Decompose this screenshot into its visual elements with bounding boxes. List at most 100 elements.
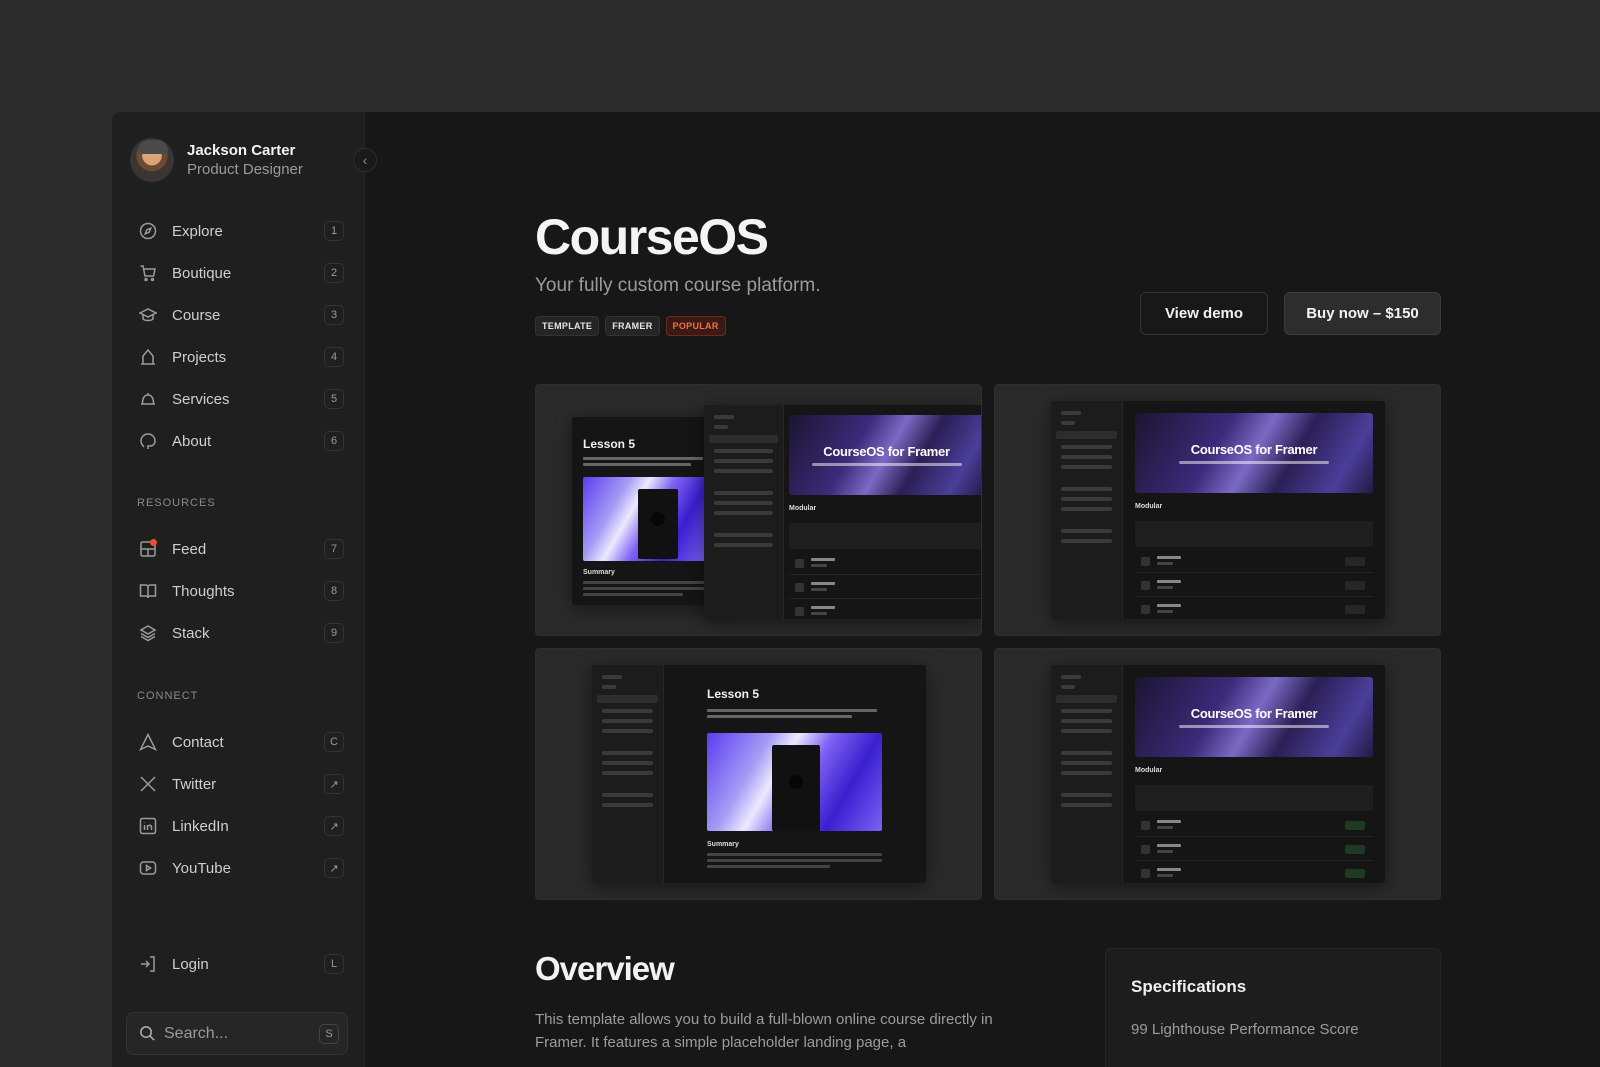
view-demo-button[interactable]: View demo: [1140, 292, 1268, 335]
nav-label: About: [172, 432, 212, 450]
login-label: Login: [172, 955, 209, 973]
overview-title: Overview: [535, 950, 675, 987]
nav-item-thoughts[interactable]: Thoughts 8: [130, 573, 348, 609]
shortcut-key: 7: [324, 539, 344, 559]
connect-heading: CONNECT: [137, 690, 199, 702]
external-link-icon: ↗: [324, 858, 344, 878]
dashboard-mock: CourseOS for Framer Modular: [1051, 401, 1385, 619]
specifications-card: Specifications 99 Lighthouse Performance…: [1105, 948, 1441, 1067]
nav-item-contact[interactable]: Contact C: [130, 724, 348, 760]
lesson-video-thumbnail: [583, 477, 705, 561]
nav-item-about[interactable]: About 6: [130, 423, 348, 459]
nav-label: Feed: [172, 540, 207, 558]
tag-framer[interactable]: FRAMER: [605, 316, 660, 336]
youtube-icon: [138, 858, 158, 878]
feed-icon: [138, 539, 158, 559]
nav-label: Course: [172, 306, 221, 324]
page-subtitle: Your fully custom course platform.: [535, 275, 821, 296]
page-title: CourseOS: [535, 209, 769, 265]
hero-banner: CourseOS for Framer: [1135, 677, 1373, 757]
hero-banner: CourseOS for Framer: [789, 415, 981, 495]
lesson-mock: Lesson 5 Summary: [592, 665, 926, 883]
cart-icon: [138, 263, 158, 283]
nav-label: Boutique: [172, 264, 232, 282]
buy-now-button[interactable]: Buy now – $150: [1284, 292, 1441, 335]
preview-image-2[interactable]: CourseOS for Framer Modular: [994, 384, 1441, 636]
tag-popular[interactable]: POPULAR: [665, 316, 726, 336]
login-icon: [138, 954, 158, 974]
preview-image-4[interactable]: CourseOS for Framer Modular: [994, 648, 1441, 900]
nav-item-linkedin[interactable]: LinkedIn ↗: [130, 808, 348, 844]
profile-name: Jackson Carter: [187, 142, 296, 159]
preview-image-3[interactable]: Lesson 5 Summary: [535, 648, 982, 900]
play-icon: [789, 775, 803, 789]
graduation-cap-icon: [138, 305, 158, 325]
nav-item-twitter[interactable]: Twitter ↗: [130, 766, 348, 802]
nav-label: Twitter: [172, 775, 217, 793]
lesson-mock: Lesson 5 Summary: [572, 417, 722, 605]
overview-text: This template allows you to build a full…: [535, 1011, 993, 1051]
tag-template[interactable]: TEMPLATE: [535, 316, 600, 336]
hero-title: CourseOS for Framer: [823, 444, 950, 459]
search-box[interactable]: S: [126, 1012, 348, 1055]
nav-item-stack[interactable]: Stack 9: [130, 615, 348, 651]
summary-label: Summary: [707, 841, 739, 848]
preview-gallery: Lesson 5 Summary CourseOS for Framer Mod…: [535, 384, 1441, 900]
nav-label: Services: [172, 390, 230, 408]
search-icon: [139, 1025, 156, 1042]
collapse-sidebar-button[interactable]: ‹: [353, 148, 377, 172]
shortcut-key: 9: [324, 623, 344, 643]
nav-label: Stack: [172, 624, 210, 642]
profile[interactable]: Jackson Carter Product Designer: [130, 138, 303, 182]
nav-label: Thoughts: [172, 582, 235, 600]
play-icon: [651, 512, 665, 526]
specifications-title: Specifications: [1131, 977, 1247, 996]
nav-item-services[interactable]: Services 5: [130, 381, 348, 417]
nav-item-boutique[interactable]: Boutique 2: [130, 255, 348, 291]
app-window: Jackson Carter Product Designer Explore …: [112, 112, 1600, 1067]
sidebar: Jackson Carter Product Designer Explore …: [112, 112, 365, 1067]
nav-item-course[interactable]: Course 3: [130, 297, 348, 333]
nav-item-youtube[interactable]: YouTube ↗: [130, 850, 348, 886]
lesson-title: Lesson 5: [583, 437, 636, 451]
linkedin-icon: [138, 816, 158, 836]
bell-icon: [138, 389, 158, 409]
chevron-left-icon: ‹: [362, 152, 368, 168]
shortcut-key: 3: [324, 305, 344, 325]
layers-icon: [138, 623, 158, 643]
avatar: [130, 138, 174, 182]
search-input[interactable]: [164, 1024, 304, 1043]
nav-item-feed[interactable]: Feed 7: [130, 531, 348, 567]
modular-label: Modular: [1135, 503, 1163, 510]
book-icon: [138, 581, 158, 601]
hero-banner: CourseOS for Framer: [1135, 413, 1373, 493]
shortcut-key: 5: [324, 389, 344, 409]
specification-item: 99 Lighthouse Performance Score: [1131, 1021, 1359, 1038]
shortcut-key: L: [324, 954, 344, 974]
login-button[interactable]: Login L: [130, 946, 348, 982]
compass-icon: [138, 221, 158, 241]
nav-item-projects[interactable]: Projects 4: [130, 339, 348, 375]
nav-label: LinkedIn: [172, 817, 229, 835]
shortcut-key: 1: [324, 221, 344, 241]
house-icon: [138, 347, 158, 367]
shortcut-key: S: [319, 1023, 339, 1044]
dashboard-mock: CourseOS for Framer Modular: [1051, 665, 1385, 883]
summary-label: Summary: [583, 569, 615, 576]
hero-title: CourseOS for Framer: [1190, 706, 1318, 721]
nav-label: Contact: [172, 733, 224, 751]
notification-dot: [150, 539, 157, 546]
dashboard-mock: CourseOS for Framer Modular: [704, 405, 981, 619]
nav-label: YouTube: [172, 859, 231, 877]
modular-label: Modular: [1135, 767, 1163, 774]
shortcut-key: 4: [324, 347, 344, 367]
nav-item-explore[interactable]: Explore 1: [130, 213, 348, 249]
hero-title: CourseOS for Framer: [1190, 442, 1318, 457]
shortcut-key: C: [324, 732, 344, 752]
speech-bubble-icon: [138, 431, 158, 451]
preview-image-1[interactable]: Lesson 5 Summary CourseOS for Framer Mod…: [535, 384, 982, 636]
x-logo-icon: [138, 774, 158, 794]
nav-label: Explore: [172, 222, 223, 240]
resources-heading: RESOURCES: [137, 497, 216, 509]
lesson-title: Lesson 5: [707, 687, 760, 701]
